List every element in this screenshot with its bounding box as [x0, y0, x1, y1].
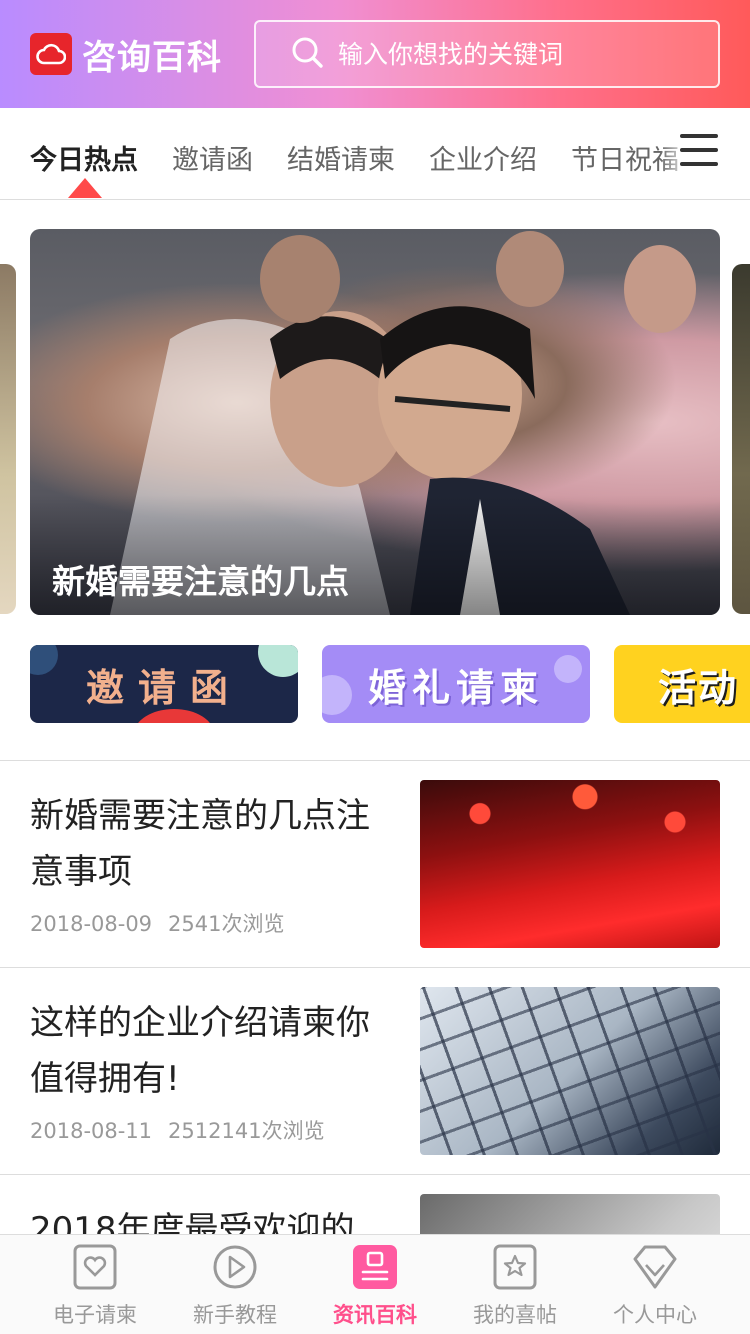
banner-slide[interactable]: 新婚需要注意的几点 — [30, 229, 720, 615]
divider — [0, 967, 750, 968]
bottom-nav: 电子请柬 新手教程 资讯百科 我的喜帖 个人中心 — [0, 1234, 750, 1334]
nav-item-my-invitations[interactable]: 我的喜帖 — [440, 1235, 590, 1334]
carousel-next-slide[interactable] — [732, 264, 750, 614]
nav-label: 我的喜帖 — [473, 1303, 557, 1327]
nav-label: 个人中心 — [613, 1303, 697, 1327]
category-label: 婚礼请柬 — [367, 665, 544, 710]
divider — [0, 760, 750, 761]
article-views: 2512141次浏览 — [168, 1119, 325, 1143]
heart-card-icon — [73, 1244, 117, 1290]
article-title: 新婚需要注意的几点注意事项 — [30, 796, 370, 892]
nav-item-e-invitation[interactable]: 电子请柬 — [20, 1235, 170, 1334]
page: 咨询百科 今日热点 邀请函 结婚请柬 企业介绍 节日祝福 — [0, 0, 750, 1334]
deco-circle — [30, 645, 58, 675]
search-input[interactable] — [338, 39, 698, 69]
star-card-icon — [493, 1244, 537, 1290]
article-meta: 2018-08-09 2541次浏览 — [30, 908, 285, 938]
brand-title: 咨询百科 — [82, 38, 222, 78]
search-icon — [290, 35, 324, 73]
carousel-prev-slide[interactable] — [0, 264, 16, 614]
nav-item-tutorial[interactable]: 新手教程 — [160, 1235, 310, 1334]
nav-item-news[interactable]: 资讯百科 — [300, 1235, 450, 1334]
menu-icon[interactable] — [680, 134, 718, 170]
nav-label: 资讯百科 — [333, 1303, 417, 1327]
article-date: 2018-08-09 — [30, 912, 153, 936]
article-views: 2541次浏览 — [168, 912, 285, 936]
article-item[interactable]: 新婚需要注意的几点注意事项 2018-08-09 2541次浏览 — [0, 780, 750, 986]
cloud-logo-icon — [30, 33, 72, 75]
category-card-wedding-invitation[interactable]: 婚礼请柬 — [322, 645, 590, 723]
article-thumbnail — [420, 987, 720, 1155]
nav-item-profile[interactable]: 个人中心 — [580, 1235, 730, 1334]
tab-wedding-invitation[interactable]: 结婚请柬 — [287, 138, 395, 177]
tab-today-hot[interactable]: 今日热点 — [30, 138, 138, 177]
divider — [0, 1174, 750, 1175]
article-thumbnail — [420, 780, 720, 948]
category-tabs: 今日热点 邀请函 结婚请柬 企业介绍 节日祝福 — [0, 108, 750, 200]
search-box[interactable] — [254, 20, 720, 88]
category-card-activity[interactable]: 活动 — [614, 645, 750, 723]
article-date: 2018-08-11 — [30, 1119, 153, 1143]
nav-label: 新手教程 — [193, 1303, 277, 1327]
active-tab-indicator — [68, 178, 102, 198]
article-meta: 2018-08-11 2512141次浏览 — [30, 1115, 325, 1145]
article-title: 这样的企业介绍请柬你值得拥有! — [30, 1003, 370, 1099]
nav-label: 电子请柬 — [53, 1303, 137, 1327]
tab-invitation[interactable]: 邀请函 — [172, 138, 253, 177]
diamond-icon — [633, 1245, 677, 1289]
banner-caption: 新婚需要注意的几点 — [52, 562, 349, 601]
news-icon — [353, 1245, 397, 1289]
category-card-invitation[interactable]: 邀请函 — [30, 645, 298, 723]
deco-circle — [322, 675, 352, 715]
category-label: 活动 — [658, 665, 739, 710]
tab-company-intro[interactable]: 企业介绍 — [429, 138, 537, 177]
deco-circle — [554, 655, 582, 683]
deco-circle — [258, 645, 298, 677]
article-item[interactable]: 这样的企业介绍请柬你值得拥有! 2018-08-11 2512141次浏览 — [0, 987, 750, 1193]
category-label: 邀请函 — [85, 665, 242, 710]
app-header: 咨询百科 — [0, 0, 750, 108]
play-icon — [213, 1245, 257, 1289]
